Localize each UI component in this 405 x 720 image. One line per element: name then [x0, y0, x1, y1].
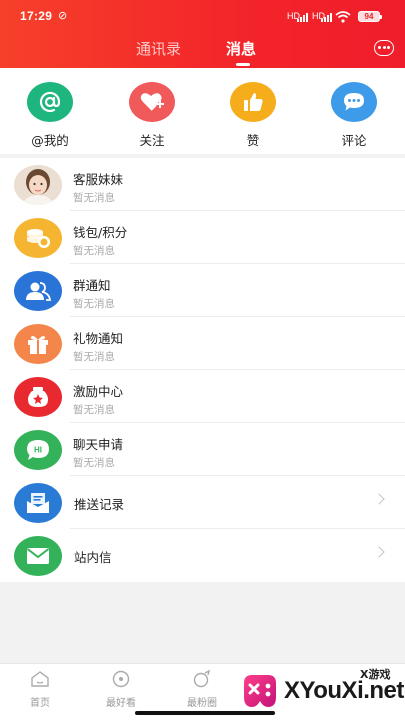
- quick-action-label: 关注: [139, 133, 165, 148]
- reward-icon: [14, 377, 62, 417]
- signal-icon-2: [321, 13, 332, 22]
- tab-contacts[interactable]: 通讯录: [136, 38, 181, 59]
- quick-action-follow[interactable]: 关注: [117, 82, 187, 149]
- list-item-title: 礼物通知: [73, 331, 124, 346]
- nav-best-watch[interactable]: 最好看: [93, 670, 149, 709]
- quick-action-likes[interactable]: 赞: [218, 82, 288, 149]
- group-icon: [14, 271, 62, 311]
- play-circle-icon: [112, 670, 130, 688]
- list-item-title: 群通知: [73, 278, 111, 293]
- list-item-push-history[interactable]: 推送记录: [0, 476, 405, 529]
- coins-icon: [14, 218, 62, 258]
- heart-plus-icon: [129, 82, 175, 122]
- signal-icon-1: [297, 13, 308, 22]
- quick-action-label: 赞: [246, 133, 260, 148]
- list-item-chat-request[interactable]: HI 聊天申请 暂无消息: [0, 423, 405, 476]
- list-item-reward-center[interactable]: 激励中心 暂无消息: [0, 370, 405, 423]
- top-header: 17:29 ⊘ HD HD 94 通讯录 消息: [0, 0, 405, 68]
- header-tabs: 通讯录 消息: [0, 38, 405, 66]
- quick-action-mentions[interactable]: @我的: [15, 82, 85, 149]
- list-item-title: 站内信: [74, 550, 112, 565]
- list-item-customer-service[interactable]: 客服妹妹 暂无消息: [0, 158, 405, 211]
- list-item-subtitle: 暂无消息: [73, 457, 115, 469]
- chevron-right-icon: [373, 493, 385, 505]
- list-item-subtitle: 暂无消息: [73, 404, 115, 416]
- gift-icon: [14, 324, 62, 364]
- nav-label: 最粉圈: [187, 698, 217, 709]
- tab-messages[interactable]: 消息: [226, 38, 256, 59]
- status-bar: 17:29 ⊘ HD HD 94: [0, 0, 405, 32]
- message-list: 客服妹妹 暂无消息 钱包/积分 暂无消息 群通知 暂无消息 礼物通知 暂无消息 …: [0, 158, 405, 582]
- envelope-icon: [14, 536, 62, 576]
- nav-label: 首页: [30, 698, 50, 709]
- more-options-icon[interactable]: [374, 40, 394, 56]
- fan-circle-icon: [193, 669, 211, 688]
- comment-icon: [331, 82, 377, 122]
- list-item-inbox[interactable]: 站内信: [0, 529, 405, 582]
- mail-open-icon: [14, 483, 62, 523]
- quick-action-comments[interactable]: 评论: [319, 82, 389, 149]
- customer-service-avatar: [14, 165, 62, 205]
- list-item-title: 推送记录: [74, 497, 125, 512]
- list-item-title: 激励中心: [73, 384, 124, 399]
- at-icon: [27, 82, 73, 122]
- list-item-gift-notice[interactable]: 礼物通知 暂无消息: [0, 317, 405, 370]
- watermark-text: XYouXi.net: [284, 677, 404, 704]
- list-item-title: 客服妹妹: [73, 172, 124, 187]
- nav-fan-circle[interactable]: 最粉圈: [174, 669, 230, 709]
- chat-hi-icon: HI: [14, 430, 62, 470]
- quick-action-label: @我的: [31, 133, 69, 148]
- list-item-wallet[interactable]: 钱包/积分 暂无消息: [0, 211, 405, 264]
- list-item-title: 钱包/积分: [73, 225, 128, 240]
- notification-muted-icon: ⊘: [58, 9, 68, 22]
- battery-indicator: 94: [358, 11, 382, 22]
- list-item-title: 聊天申请: [73, 437, 124, 452]
- list-item-subtitle: 暂无消息: [73, 192, 115, 204]
- list-item-subtitle: 暂无消息: [73, 351, 115, 363]
- gamepad-logo-icon: [244, 675, 276, 707]
- quick-actions: @我的 关注 赞 评论: [0, 68, 405, 154]
- thumbs-up-icon: [230, 82, 276, 122]
- home-icon: [31, 671, 49, 687]
- home-indicator: [135, 711, 275, 715]
- list-item-group-notice[interactable]: 群通知 暂无消息: [0, 264, 405, 317]
- svg-text:HI: HI: [34, 446, 42, 455]
- nav-label: 最好看: [106, 698, 136, 709]
- active-tab-indicator: [236, 63, 250, 66]
- quick-action-label: 评论: [341, 133, 367, 148]
- list-item-subtitle: 暂无消息: [73, 298, 115, 310]
- chevron-right-icon: [373, 546, 385, 558]
- wifi-icon: [335, 11, 351, 23]
- nav-home[interactable]: 首页: [12, 670, 68, 709]
- status-time: 17:29: [20, 9, 53, 23]
- list-item-subtitle: 暂无消息: [73, 245, 115, 257]
